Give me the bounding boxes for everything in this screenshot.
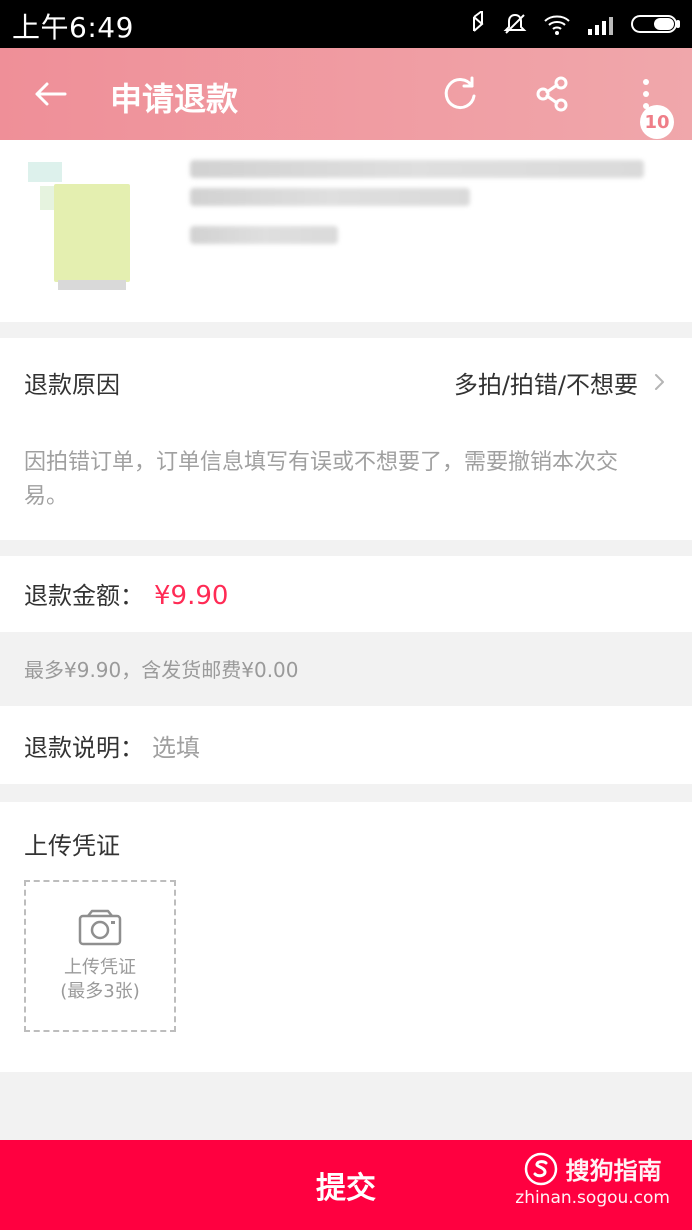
bluetooth-icon xyxy=(473,11,484,32)
status-bar: 上午6:49 xyxy=(0,0,692,48)
submit-button[interactable]: 提交 搜狗指南 zhinan.sogou.com xyxy=(0,1140,692,1230)
mute-icon xyxy=(503,13,527,34)
refund-note-card: 退款说明： 选填 xyxy=(0,706,692,784)
wifi-icon xyxy=(544,15,570,35)
refund-note-placeholder: 选填 xyxy=(152,734,200,762)
refund-note-field[interactable]: 退款说明： 选填 xyxy=(24,728,200,763)
page-title: 申请退款 xyxy=(110,80,239,118)
refund-reason-card: 退款原因 多拍/拍错/不想要 因拍错订单，订单信息填写有误或不想要了，需要撤销本… xyxy=(0,338,692,540)
share-icon xyxy=(536,76,568,112)
product-thumbnail xyxy=(28,162,156,292)
sogou-logo-icon xyxy=(524,1152,557,1185)
refund-amount-note: 最多¥9.90，含发货邮费¥0.00 xyxy=(24,658,299,682)
chevron-right-icon xyxy=(655,374,664,390)
refresh-button[interactable] xyxy=(434,68,486,120)
refund-amount-row: 退款金额： ¥9.90 xyxy=(24,576,228,611)
refund-amount-card: 退款金额： ¥9.90 xyxy=(0,556,692,632)
signal-icon xyxy=(588,17,613,35)
product-title-blurred xyxy=(190,160,644,178)
watermark-url: zhinan.sogou.com xyxy=(515,1188,670,1208)
product-card xyxy=(0,140,692,322)
refresh-icon xyxy=(444,76,476,110)
status-icons xyxy=(470,8,682,40)
refund-amount-value: ¥9.90 xyxy=(154,581,229,611)
upload-proof-card: 上传凭证 上传凭证 (最多3张) xyxy=(0,802,692,1072)
back-icon xyxy=(35,82,67,106)
upload-proof-title: 上传凭证 xyxy=(24,832,120,860)
camera-icon xyxy=(78,909,122,946)
refund-note-label: 退款说明： xyxy=(24,734,144,762)
product-title-blurred-line2 xyxy=(190,188,470,206)
refund-reason-value-wrap: 多拍/拍错/不想要 xyxy=(454,365,668,400)
back-button[interactable] xyxy=(28,72,72,116)
submit-label: 提交 xyxy=(316,1171,376,1206)
share-button[interactable] xyxy=(526,68,578,120)
watermark-brand: 搜狗指南 xyxy=(565,1157,662,1185)
battery-icon xyxy=(631,15,680,33)
upload-proof-button[interactable]: 上传凭证 (最多3张) xyxy=(24,880,176,1032)
notification-badge: 10 xyxy=(640,105,674,139)
product-meta-blurred xyxy=(190,226,338,244)
upload-caption: 上传凭证 (最多3张) xyxy=(60,956,140,1004)
refund-amount-note-bar: 最多¥9.90，含发货邮费¥0.00 xyxy=(0,632,692,706)
watermark-brand-row: 搜狗指南 xyxy=(515,1151,670,1186)
upload-caption-line2: (最多3张) xyxy=(60,981,140,1002)
watermark: 搜狗指南 zhinan.sogou.com xyxy=(515,1151,670,1208)
refund-reason-description: 因拍错订单，订单信息填写有误或不想要了，需要撤销本次交易。 xyxy=(24,450,619,509)
status-time: 上午6:49 xyxy=(12,11,134,44)
refund-reason-selector[interactable]: 退款原因 多拍/拍错/不想要 xyxy=(0,338,692,426)
app-bar: 申请退款 10 xyxy=(0,48,692,140)
refund-reason-value: 多拍/拍错/不想要 xyxy=(453,370,638,399)
refund-reason-label: 退款原因 xyxy=(24,370,120,399)
refund-amount-label: 退款金额： xyxy=(24,582,144,610)
upload-caption-line1: 上传凭证 xyxy=(64,957,136,978)
